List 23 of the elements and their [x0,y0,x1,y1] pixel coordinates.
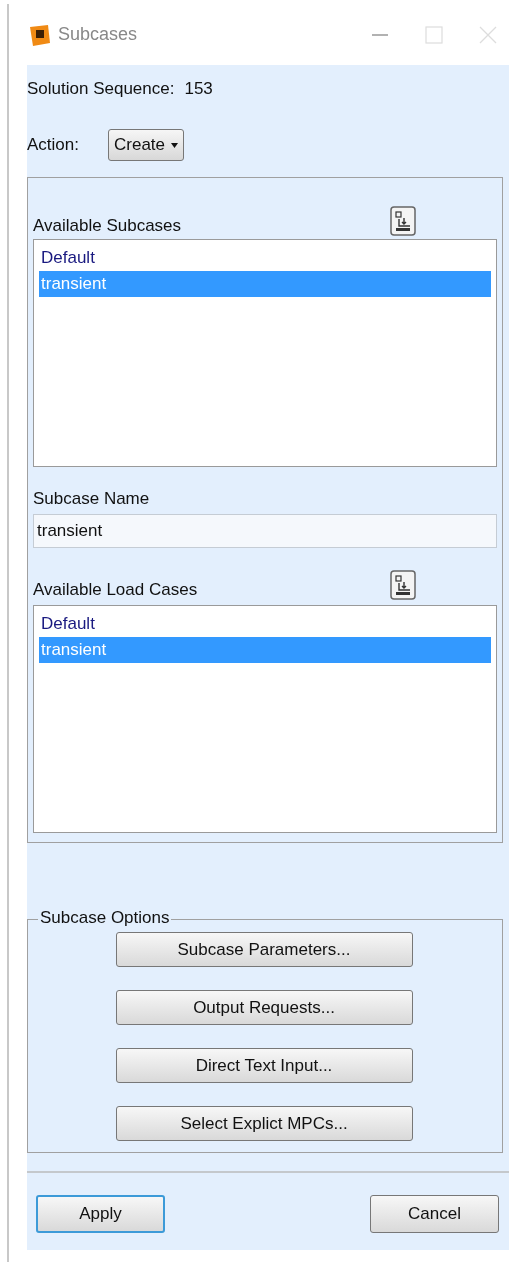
subcase-option-button[interactable]: Subcase Parameters... [115,932,413,967]
dialog-button[interactable]: Apply [36,1195,165,1233]
solution-sequence-value: 153 [184,78,213,101]
solution-sequence-label: Solution Sequence: [27,78,175,101]
subcase-option-button[interactable]: Direct Text Input... [115,1048,413,1083]
list-tool-icon[interactable] [390,206,416,236]
available-subcases-label: Available Subcases [33,216,182,236]
action-dropdown[interactable]: Create [108,129,185,161]
subcase-name-label: Subcase Name [32,488,151,510]
subcase-option-button[interactable]: Output Requests... [115,990,413,1025]
dialog-button[interactable]: Cancel [370,1195,499,1233]
list-tool-icon[interactable] [390,570,416,600]
caret-icon [171,142,179,148]
subcase-option-button[interactable]: Select Explict MPCs... [115,1106,413,1141]
list-item[interactable]: Default [39,245,491,271]
app-logo-icon [28,22,52,47]
available-load-cases-label: Available Load Cases [33,580,198,600]
subcase-name-field[interactable]: transient [33,514,497,548]
close-icon[interactable] [479,25,497,44]
maximize-icon[interactable] [425,25,443,44]
list-item[interactable]: Default [39,611,491,637]
window-title: Subcases [58,23,138,46]
action-label: Action: [27,134,80,157]
